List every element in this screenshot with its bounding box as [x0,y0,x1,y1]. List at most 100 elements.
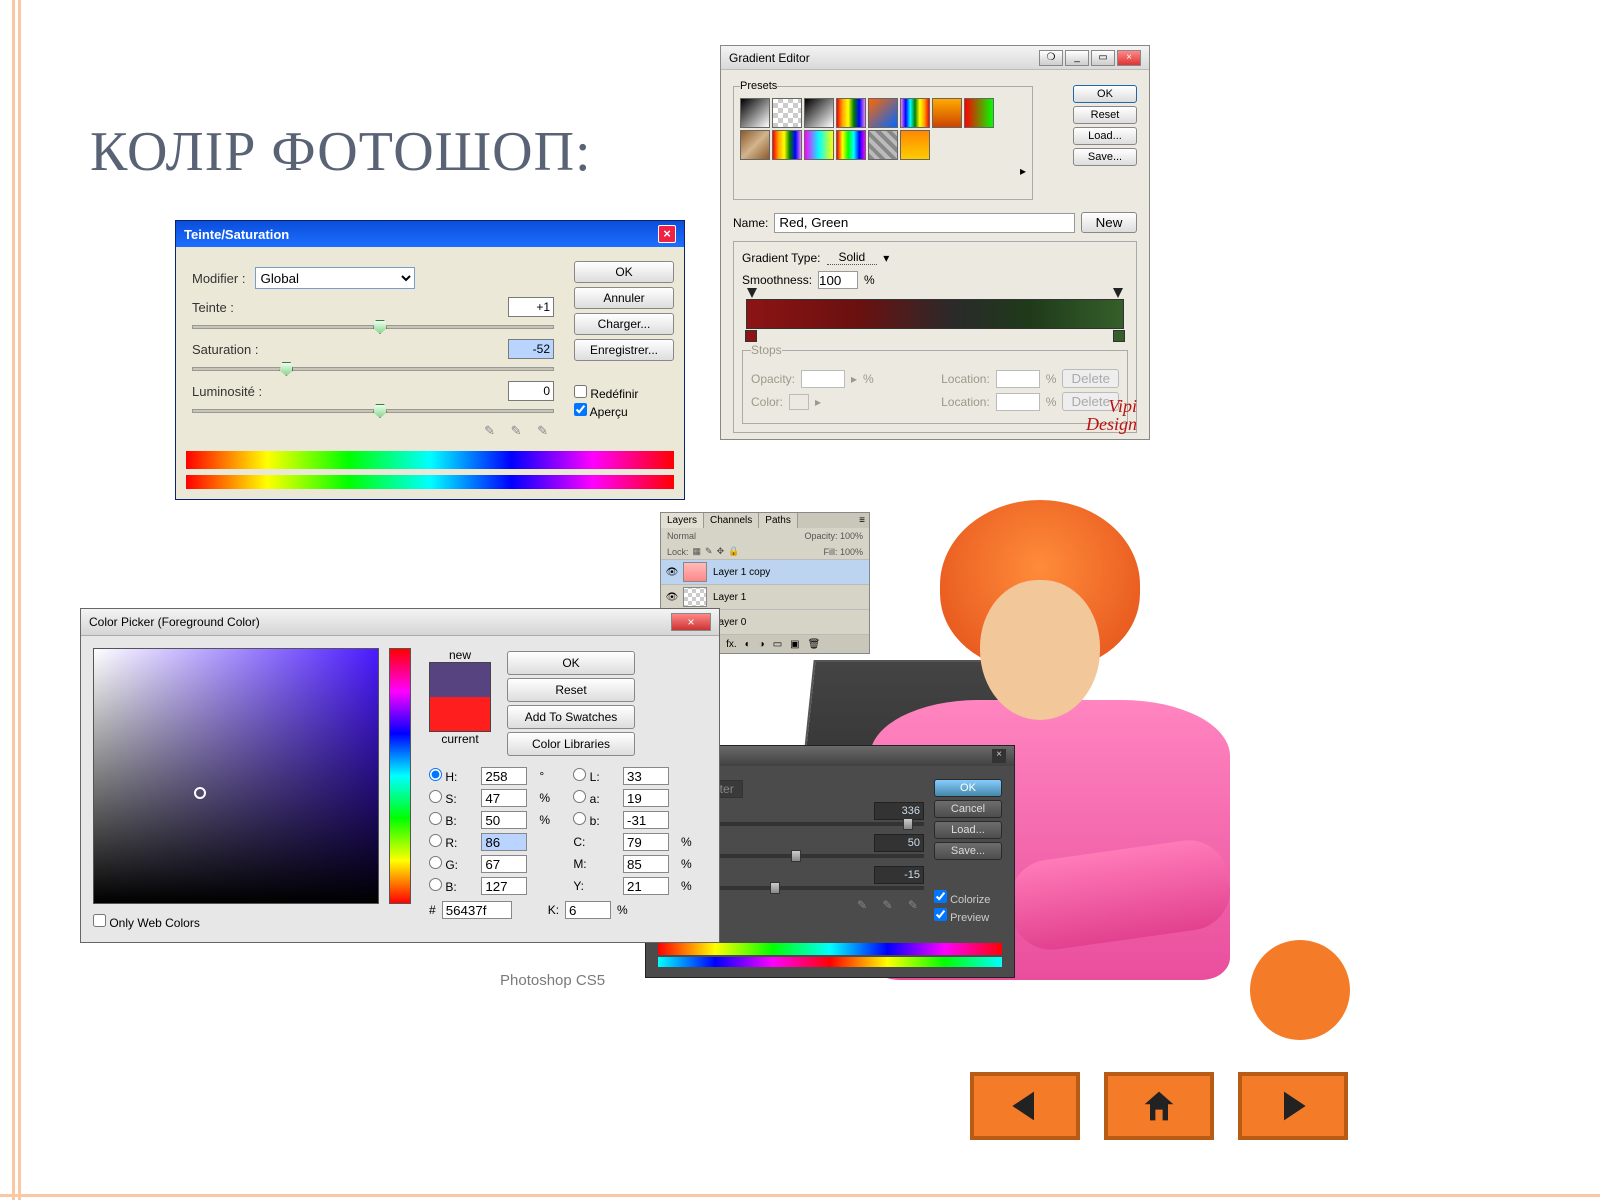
blab-radio[interactable]: b: [573,812,615,828]
brgb-radio[interactable]: B: [429,878,473,894]
new-layer-icon[interactable]: ▣ [790,639,799,650]
modifier-select[interactable]: Global [255,267,415,289]
l-input[interactable] [623,767,669,785]
prev-button[interactable] [970,1072,1080,1140]
panel-menu-icon[interactable]: ≡ [855,513,869,528]
load-button[interactable]: Load... [1073,127,1137,145]
preset-swatch[interactable] [804,130,834,160]
layer-row[interactable]: 👁 Layer 1 [661,585,869,610]
preset-swatch[interactable] [772,98,802,128]
folder-icon[interactable]: ▭ [773,639,782,650]
g-radio[interactable]: G: [429,856,473,872]
preset-swatch[interactable] [836,98,866,128]
k-input[interactable] [565,901,611,919]
redefinir-check[interactable]: Redéfinir [574,387,638,401]
lock-all-icon[interactable]: 🔒 [728,546,739,557]
hex-input[interactable] [442,901,512,919]
saturation-slider[interactable] [192,367,554,371]
opacity-input[interactable] [801,370,845,388]
eye-icon[interactable]: 👁 [665,567,679,578]
new-button[interactable]: New [1081,212,1137,233]
tab-layers[interactable]: Layers [661,513,704,528]
preview-check[interactable]: Preview [934,912,989,924]
reset-button[interactable]: Reset [1073,106,1137,124]
name-input[interactable] [774,213,1075,233]
sat-input[interactable] [874,834,924,852]
preset-swatch[interactable] [804,98,834,128]
bhsb-input[interactable] [481,811,527,829]
r-input[interactable] [481,833,527,851]
eyedroppers-icon[interactable]: ✎ ✎ ✎ [192,423,554,439]
tab-paths[interactable]: Paths [759,513,798,528]
close-icon[interactable]: × [658,225,676,243]
hue-input[interactable] [874,802,924,820]
preset-swatch[interactable] [772,130,802,160]
mask-icon[interactable]: ◐ [745,639,751,650]
maximize-icon[interactable]: ▭ [1091,50,1115,66]
close-icon[interactable]: × [671,613,711,631]
bhsb-radio[interactable]: B: [429,812,473,828]
preset-swatch[interactable] [932,98,962,128]
apercu-check[interactable]: Aperçu [574,405,628,419]
color-libraries-button[interactable]: Color Libraries [507,732,635,756]
teinte-slider[interactable] [192,325,554,329]
m-input[interactable] [623,855,669,873]
preset-swatch[interactable] [836,130,866,160]
preset-swatch[interactable] [868,130,898,160]
blend-mode[interactable]: Normal [667,531,696,541]
save-button[interactable]: Save... [1073,148,1137,166]
close-icon[interactable]: × [1117,50,1141,66]
eye-icon[interactable]: 👁 [665,592,679,603]
g-input[interactable] [481,855,527,873]
help-icon[interactable]: ❍ [1039,50,1063,66]
minimize-icon[interactable]: _ [1065,50,1089,66]
luminosite-slider[interactable] [192,409,554,413]
a-input[interactable] [623,789,669,807]
y-input[interactable] [623,877,669,895]
color-field[interactable] [93,648,379,904]
r-radio[interactable]: R: [429,834,473,850]
hue-bar[interactable] [389,648,411,904]
preset-swatch[interactable] [740,98,770,128]
reset-button[interactable]: Reset [507,678,635,702]
add-swatches-button[interactable]: Add To Swatches [507,705,635,729]
home-button[interactable] [1104,1072,1214,1140]
only-web-check[interactable]: Only Web Colors [93,916,200,930]
lock-transp-icon[interactable]: ▦ [693,546,702,557]
lock-brush-icon[interactable]: ✎ [705,546,713,557]
l-radio[interactable]: L: [573,768,615,784]
ok-button[interactable]: OK [574,261,674,283]
cancel-button[interactable]: Cancel [934,800,1002,818]
luminosite-input[interactable] [508,381,554,401]
ok-button[interactable]: OK [934,779,1002,797]
charger-button[interactable]: Charger... [574,313,674,335]
close-icon[interactable]: × [992,749,1006,763]
tab-channels[interactable]: Channels [704,513,759,528]
h-radio[interactable]: H: [429,768,473,784]
blab-input[interactable] [623,811,669,829]
layer-row[interactable]: 👁 Layer 1 copy [661,560,869,585]
save-button[interactable]: Save... [934,842,1002,860]
s-input[interactable] [481,789,527,807]
opacity-location-input[interactable] [996,370,1040,388]
brgb-input[interactable] [481,877,527,895]
preset-swatch[interactable] [868,98,898,128]
preset-swatch[interactable] [900,98,930,128]
adjustment-icon[interactable]: ◑ [759,639,765,650]
saturation-input[interactable] [508,339,554,359]
color-swatch[interactable] [789,394,809,410]
presets-arrow-icon[interactable]: ▸ [740,164,1026,178]
a-radio[interactable]: a: [573,790,615,806]
c-input[interactable] [623,833,669,851]
smoothness-input[interactable] [818,271,858,289]
s-radio[interactable]: S: [429,790,473,806]
gradient-bar[interactable] [746,299,1124,329]
ok-button[interactable]: OK [507,651,635,675]
enregistrer-button[interactable]: Enregistrer... [574,339,674,361]
chevron-down-icon[interactable]: ▾ [883,251,889,265]
trash-icon[interactable]: 🗑 [808,639,821,650]
lock-move-icon[interactable]: ✥ [717,546,725,557]
delete-button[interactable]: Delete [1062,369,1119,388]
load-button[interactable]: Load... [934,821,1002,839]
annuler-button[interactable]: Annuler [574,287,674,309]
